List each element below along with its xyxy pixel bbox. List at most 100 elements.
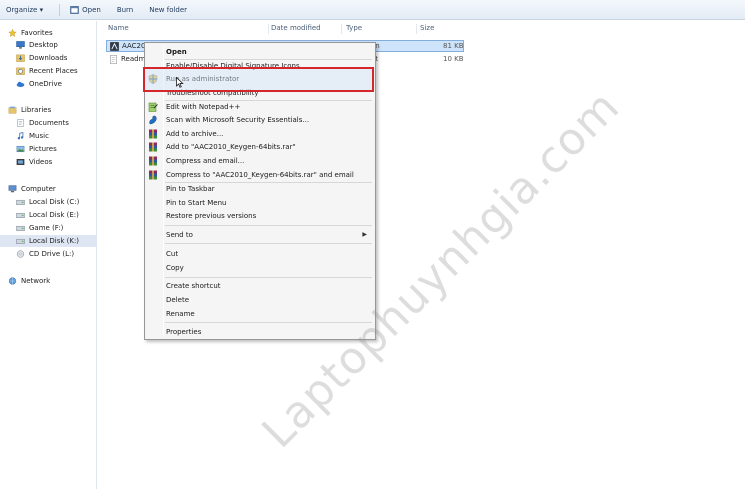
menu-item-cut[interactable]: Cut (166, 249, 178, 260)
menu-separator (165, 243, 372, 244)
open-button[interactable]: Open (70, 6, 101, 14)
winrar-icon (149, 142, 157, 152)
nav-item-label: Pictures (29, 145, 57, 153)
nav-item-local-disk-c[interactable]: Local Disk (C:) (16, 196, 79, 208)
nav-item-videos[interactable]: Videos (16, 156, 52, 168)
nav-favorites[interactable]: Favorites (8, 27, 53, 39)
star-icon (8, 29, 17, 37)
column-name[interactable]: Name (108, 24, 129, 32)
nav-item-music[interactable]: Music (16, 130, 49, 142)
drive-icon (16, 212, 25, 218)
menu-item-compress-to-rar-and-email[interactable]: Compress to "AAC2010_Keygen-64bits.rar" … (166, 170, 354, 181)
nav-item-downloads[interactable]: Downloads (16, 52, 67, 64)
menu-item-restore-previous-versions[interactable]: Restore previous versions (166, 211, 256, 222)
menu-item-delete[interactable]: Delete (166, 295, 189, 306)
organize-button[interactable]: Organize ▾ (6, 6, 43, 14)
burn-button[interactable]: Burn (117, 6, 133, 14)
menu-item-scan-security-essentials[interactable]: Scan with Microsoft Security Essentials.… (166, 115, 309, 126)
organize-label: Organize ▾ (6, 5, 44, 14)
mouse-cursor-icon (176, 77, 184, 88)
submenu-arrow-icon: ▶ (362, 231, 367, 238)
recent-places-icon (16, 67, 25, 75)
nav-item-desktop[interactable]: Desktop (16, 39, 58, 51)
drive-icon (16, 225, 25, 231)
music-icon (17, 132, 24, 140)
menu-item-compress-and-email[interactable]: Compress and email... (166, 156, 244, 167)
network-icon (8, 277, 17, 285)
nav-item-local-disk-e[interactable]: Local Disk (E:) (16, 209, 79, 221)
nav-item-label: Local Disk (C:) (29, 198, 80, 206)
column-size[interactable]: Size (420, 24, 434, 32)
command-bar: Organize ▾ Open Burn New folder (0, 0, 745, 20)
column-divider[interactable] (416, 24, 417, 34)
open-icon (70, 5, 79, 14)
column-type[interactable]: Type (346, 24, 362, 32)
nav-item-label: Downloads (29, 54, 68, 62)
drive-icon (16, 238, 25, 244)
library-icon (8, 106, 17, 114)
menu-item-add-to-rar[interactable]: Add to "AAC2010_Keygen-64bits.rar" (166, 142, 296, 153)
menu-item-properties[interactable]: Properties (166, 327, 201, 338)
desktop-icon (16, 41, 25, 49)
nav-computer[interactable]: Computer (8, 183, 56, 195)
winrar-icon (149, 170, 157, 180)
file-size: 10 KB (443, 55, 464, 63)
nav-item-label: Game (F:) (29, 224, 64, 232)
nav-item-label: Documents (29, 119, 69, 127)
computer-icon (8, 185, 17, 193)
toolbar-divider (59, 3, 61, 16)
text-file-icon (110, 54, 117, 64)
column-divider[interactable] (341, 24, 342, 34)
nav-item-cd-drive-l[interactable]: CD Drive (L:) (16, 248, 74, 260)
nav-network[interactable]: Network (8, 275, 50, 287)
videos-icon (16, 159, 25, 165)
menu-separator (165, 59, 372, 60)
nav-item-label: OneDrive (29, 80, 62, 88)
nav-item-label: Local Disk (K:) (29, 237, 80, 245)
nav-item-recent-places[interactable]: Recent Places (16, 65, 78, 77)
winrar-icon (149, 129, 157, 139)
nav-item-label: Music (29, 132, 49, 140)
nav-libraries[interactable]: Libraries (8, 104, 51, 116)
menu-item-pin-to-taskbar[interactable]: Pin to Taskbar (166, 184, 215, 195)
drive-icon (16, 199, 25, 205)
nav-libraries-label: Libraries (21, 106, 52, 114)
menu-separator (165, 225, 372, 226)
menu-separator (165, 322, 372, 323)
nav-item-onedrive[interactable]: OneDrive (16, 78, 62, 90)
nav-item-label: Local Disk (E:) (29, 211, 79, 219)
onedrive-icon (16, 81, 25, 88)
menu-item-create-shortcut[interactable]: Create shortcut (166, 281, 221, 292)
column-divider[interactable] (268, 24, 269, 34)
menu-separator (165, 100, 372, 101)
menu-item-open[interactable]: Open (166, 47, 187, 58)
file-size: 81 KB (443, 42, 464, 50)
nav-item-label: Recent Places (29, 67, 78, 75)
menu-item-rename[interactable]: Rename (166, 309, 195, 320)
menu-item-edit-with-notepad[interactable]: Edit with Notepad++ (166, 102, 240, 113)
downloads-icon (16, 54, 25, 62)
nav-computer-label: Computer (21, 185, 56, 193)
menu-separator (165, 182, 372, 183)
nav-item-local-disk-k[interactable]: Local Disk (K:) (0, 235, 97, 247)
menu-separator (165, 277, 372, 278)
nav-item-documents[interactable]: Documents (16, 117, 69, 129)
nav-item-label: CD Drive (L:) (29, 250, 75, 258)
nav-item-label: Desktop (29, 41, 58, 49)
new-folder-label: New folder (149, 5, 188, 14)
menu-item-copy[interactable]: Copy (166, 263, 184, 274)
menu-item-add-to-archive[interactable]: Add to archive... (166, 129, 223, 140)
column-date-modified[interactable]: Date modified (271, 24, 321, 32)
cd-drive-icon (16, 250, 25, 258)
exe-icon (110, 41, 119, 51)
security-icon (149, 115, 157, 125)
menu-item-pin-to-start-menu[interactable]: Pin to Start Menu (166, 198, 226, 209)
new-folder-button[interactable]: New folder (149, 6, 187, 14)
open-label: Open (82, 5, 101, 14)
nav-item-game-f[interactable]: Game (F:) (16, 222, 63, 234)
winrar-icon (149, 156, 157, 166)
column-header: Name Date modified Type Size (98, 22, 745, 36)
menu-item-send-to[interactable]: Send to (166, 230, 193, 241)
nav-item-pictures[interactable]: Pictures (16, 143, 57, 155)
burn-label: Burn (116, 5, 134, 14)
